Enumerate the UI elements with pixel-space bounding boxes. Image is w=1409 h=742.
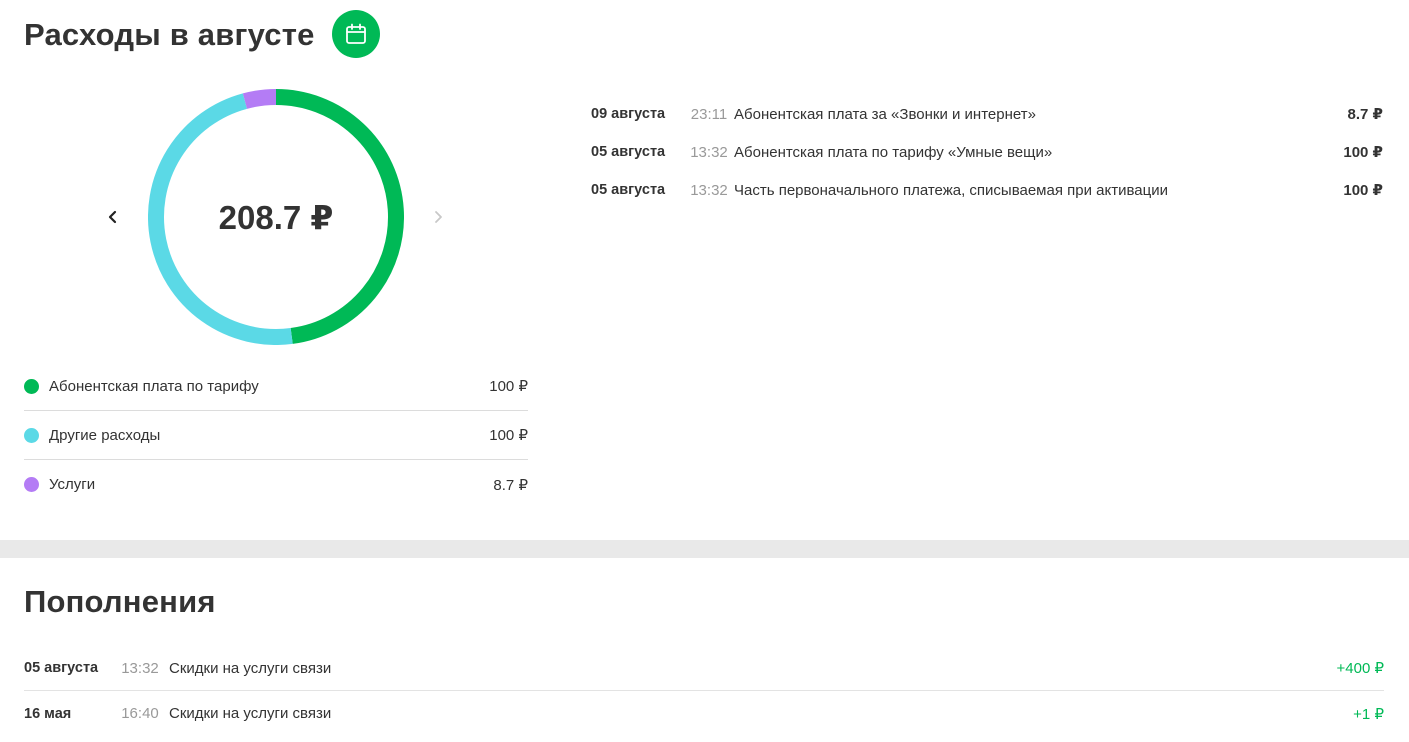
legend-item-services[interactable]: Услуги 8.7 ₽ <box>24 460 528 509</box>
legend-dot <box>24 378 39 394</box>
transaction-description: Часть первоначального платежа, списываем… <box>734 181 1168 199</box>
topups-title: Пополнения <box>24 584 216 619</box>
list-item[interactable]: 05 августа 13:32 Часть первоначального п… <box>591 171 1383 209</box>
legend-amount: 8.7 ₽ <box>493 476 528 494</box>
transaction-amount: 8.7 ₽ <box>1347 106 1383 123</box>
list-item[interactable]: 16 мая 16:40 Скидки на услуги связи +1 ₽ <box>24 691 1384 736</box>
chevron-left-icon <box>108 210 117 224</box>
topups-list: 05 августа 13:32 Скидки на услуги связи … <box>24 646 1384 736</box>
transaction-date: 05 августа <box>591 144 666 160</box>
transaction-description: Абонентская плата за «Звонки и интернет» <box>734 105 1036 123</box>
topup-description: Скидки на услуги связи <box>169 705 332 722</box>
topup-time: 13:32 <box>121 659 159 677</box>
expenses-legend: Абонентская плата по тарифу 100 ₽ Другие… <box>24 362 528 509</box>
legend-amount: 100 ₽ <box>489 427 528 444</box>
topup-description: Скидки на услуги связи <box>169 659 332 677</box>
transaction-time: 13:32 <box>690 143 728 161</box>
expense-transactions-list: 09 августа 23:11 Абонентская плата за «З… <box>591 95 1383 209</box>
chevron-right-icon <box>435 211 442 223</box>
calendar-icon <box>346 23 366 44</box>
expenses-card: Расходы в августе 208.7 ₽ Абонентская пл… <box>0 0 1409 540</box>
expenses-total: 208.7 ₽ <box>218 198 334 236</box>
topup-time: 16:40 <box>121 705 159 722</box>
topup-amount: +400 ₽ <box>1336 660 1385 677</box>
transaction-time: 13:32 <box>690 181 728 199</box>
legend-label: Услуги <box>49 476 96 493</box>
topup-amount: +1 ₽ <box>1353 705 1384 723</box>
list-item[interactable]: 05 августа 13:32 Абонентская плата по та… <box>591 133 1383 171</box>
legend-item-tariff[interactable]: Абонентская плата по тарифу 100 ₽ <box>24 362 528 411</box>
legend-dot <box>24 477 39 492</box>
transaction-amount: 100 ₽ <box>1343 182 1383 199</box>
legend-label: Абонентская плата по тарифу <box>49 377 259 395</box>
legend-dot <box>24 427 39 443</box>
transaction-amount: 100 ₽ <box>1343 144 1383 161</box>
transaction-date: 05 августа <box>591 182 666 198</box>
section-divider <box>0 540 1409 558</box>
legend-item-other[interactable]: Другие расходы 100 ₽ <box>24 411 528 460</box>
expenses-donut-chart: 208.7 ₽ <box>148 89 404 345</box>
expenses-title: Расходы в августе <box>24 17 315 52</box>
legend-amount: 100 ₽ <box>489 378 528 395</box>
legend-label: Другие расходы <box>49 426 161 444</box>
transaction-time: 23:11 <box>690 105 728 123</box>
list-item[interactable]: 05 августа 13:32 Скидки на услуги связи … <box>24 646 1384 691</box>
previous-month-button[interactable] <box>101 205 125 229</box>
calendar-button[interactable] <box>332 10 380 58</box>
transaction-description: Абонентская плата по тарифу «Умные вещи» <box>734 143 1053 161</box>
transaction-date: 09 августа <box>591 106 666 122</box>
next-month-button[interactable] <box>426 205 450 229</box>
topup-date: 16 мая <box>24 705 72 722</box>
list-item[interactable]: 09 августа 23:11 Абонентская плата за «З… <box>591 95 1383 133</box>
topups-card: Пополнения 05 августа 13:32 Скидки на ус… <box>0 558 1409 742</box>
topup-date: 05 августа <box>24 660 99 676</box>
